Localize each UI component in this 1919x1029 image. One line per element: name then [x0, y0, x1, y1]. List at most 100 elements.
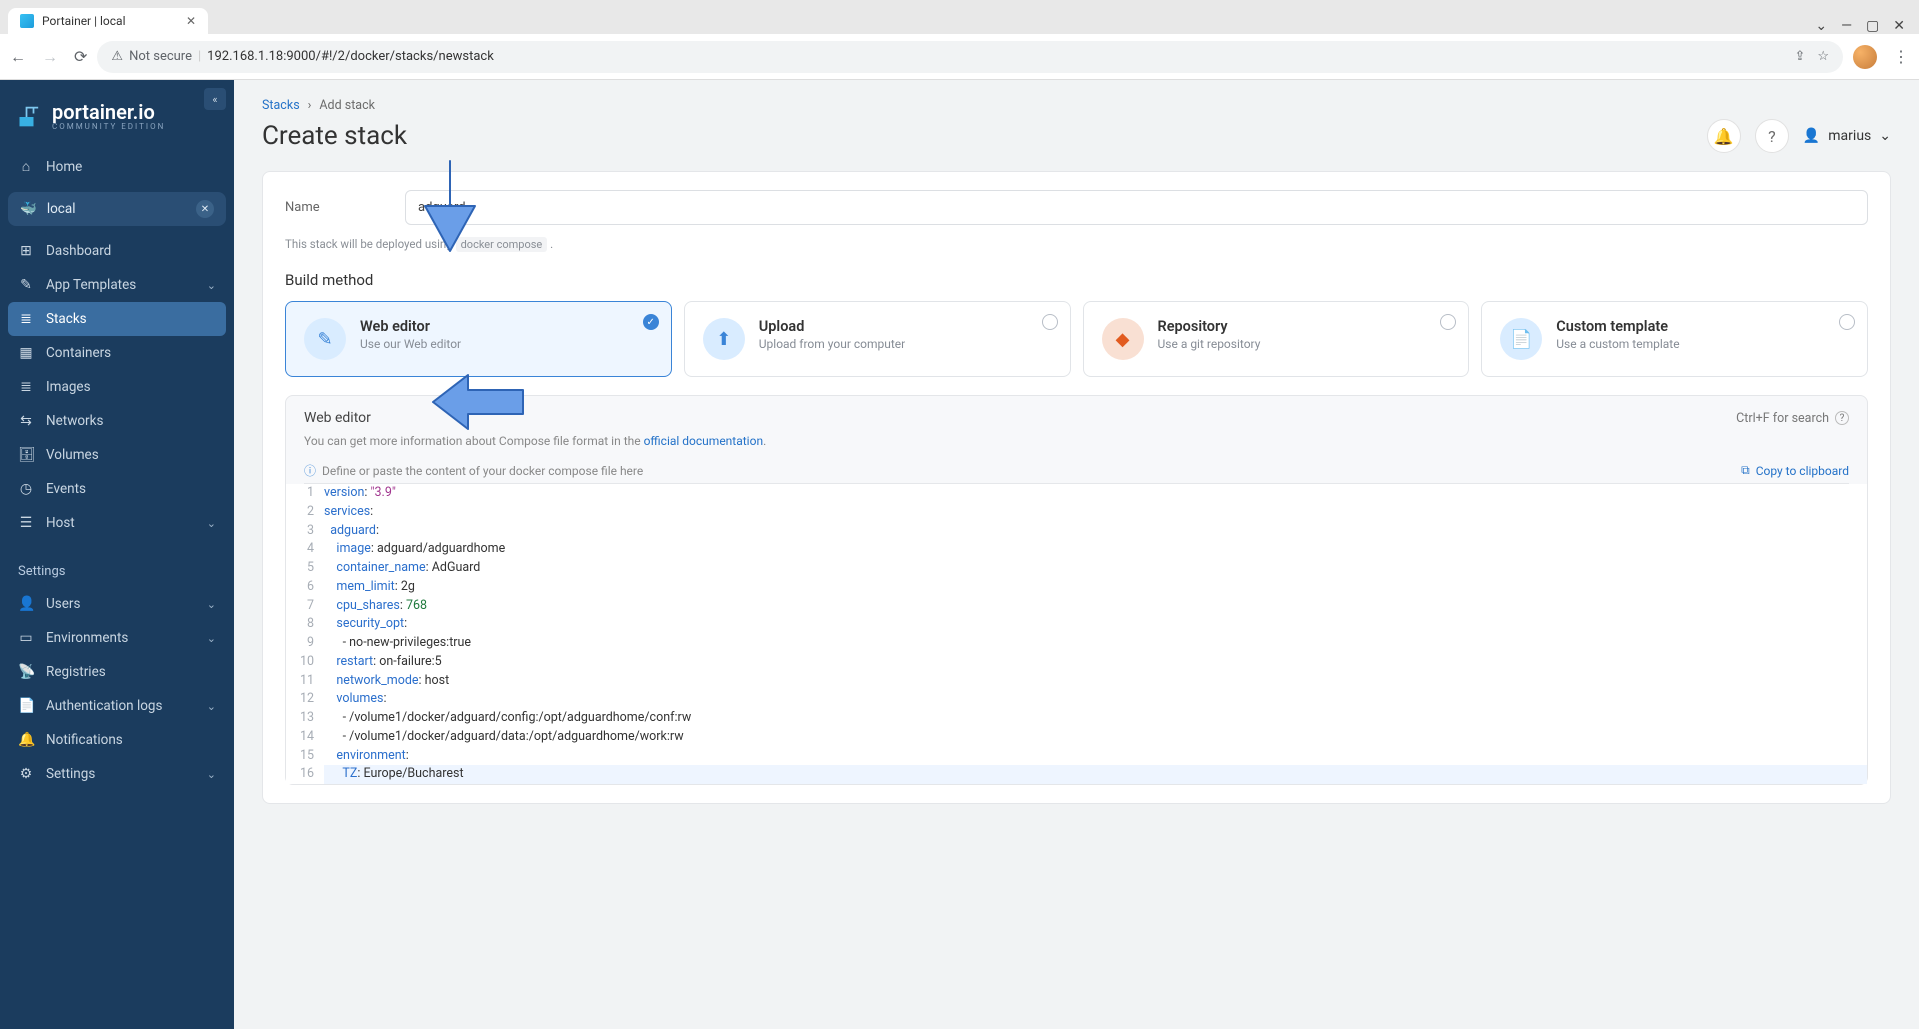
sidebar-item-label: Home	[46, 159, 82, 175]
code-line[interactable]: mem_limit: 2g	[324, 578, 1867, 597]
breadcrumb-current: Add stack	[319, 98, 375, 113]
user-menu[interactable]: 👤 marius ⌄	[1803, 128, 1891, 144]
method-title: Repository	[1158, 318, 1261, 335]
sidebar-item-environments[interactable]: ▭ Environments⌄	[0, 621, 234, 655]
stack-name-input[interactable]	[405, 190, 1868, 225]
chevron-right-icon: ›	[308, 98, 312, 113]
method-icon: 📄	[1500, 318, 1542, 360]
close-tab-icon[interactable]: ✕	[186, 14, 196, 28]
help-button[interactable]: ?	[1755, 119, 1789, 153]
brand[interactable]: portainer.io COMMUNITY EDITION	[0, 80, 234, 149]
not-secure-label: Not secure	[129, 49, 192, 64]
profile-avatar[interactable]	[1853, 45, 1877, 69]
sidebar-item-app-templates[interactable]: ✎ App Templates⌄	[0, 268, 234, 302]
notifications-button[interactable]: 🔔	[1707, 119, 1741, 153]
favicon-icon	[20, 14, 34, 28]
copy-to-clipboard-button[interactable]: ⧉ Copy to clipboard	[1741, 463, 1849, 478]
url-text: 192.168.1.18:9000/#!/2/docker/stacks/new…	[207, 49, 494, 64]
breadcrumb: Stacks › Add stack	[262, 98, 1891, 113]
star-icon[interactable]: ☆	[1817, 49, 1829, 64]
code-line[interactable]: - /volume1/docker/adguard/config:/opt/ad…	[324, 709, 1867, 728]
sidebar-collapse-button[interactable]: «	[204, 88, 226, 110]
code-line[interactable]: cpu_shares: 768	[324, 597, 1867, 616]
share-icon[interactable]: ⇪	[1794, 49, 1805, 64]
build-method-web-editor[interactable]: ✓ ✎ Web editor Use our Web editor	[285, 301, 672, 377]
code-line[interactable]: services:	[324, 503, 1867, 522]
url-bar[interactable]: ⚠ Not secure | 192.168.1.18:9000/#!/2/do…	[97, 41, 1843, 73]
line-number: 10	[286, 653, 324, 672]
browser-toolbar: ← → ⟳ ⚠ Not secure | 192.168.1.18:9000/#…	[0, 34, 1919, 80]
forward-icon[interactable]: →	[42, 47, 58, 67]
sidebar-item-authentication-logs[interactable]: 📄 Authentication logs⌄	[0, 689, 234, 723]
line-number: 4	[286, 540, 324, 559]
nav-icon: ▦	[18, 345, 34, 361]
sidebar-item-stacks[interactable]: ≣ Stacks	[8, 302, 226, 336]
line-number: 12	[286, 690, 324, 709]
helper-code: docker compose	[456, 237, 548, 252]
sidebar-item-images[interactable]: ≣ Images	[0, 370, 234, 404]
name-label: Name	[285, 200, 345, 215]
sidebar-item-label: Images	[46, 379, 91, 395]
sidebar-item-networks[interactable]: ⇆ Networks	[0, 404, 234, 438]
sidebar-item-notifications[interactable]: 🔔 Notifications	[0, 723, 234, 757]
sidebar-item-events[interactable]: ◷ Events	[0, 472, 234, 506]
code-line[interactable]: - /volume1/docker/adguard/data:/opt/adgu…	[324, 728, 1867, 747]
code-line[interactable]: container_name: AdGuard	[324, 559, 1867, 578]
copy-icon: ⧉	[1741, 463, 1750, 478]
nav-icon: ◷	[18, 481, 34, 497]
code-line[interactable]: restart: on-failure:5	[324, 653, 1867, 672]
close-window-icon[interactable]: ✕	[1893, 18, 1905, 34]
build-method-upload[interactable]: ⬆ Upload Upload from your computer	[684, 301, 1071, 377]
back-icon[interactable]: ←	[10, 47, 26, 67]
minimize-icon[interactable]: —	[1841, 18, 1852, 34]
sidebar-item-settings[interactable]: ⚙ Settings⌄	[0, 757, 234, 791]
sidebar-item-label: Notifications	[46, 732, 123, 748]
sidebar-item-dashboard[interactable]: ⊞ Dashboard	[0, 234, 234, 268]
env-close-icon[interactable]: ✕	[196, 200, 214, 218]
docker-icon: 🐳	[20, 201, 37, 217]
browser-right-icons: ⋮	[1853, 45, 1909, 69]
radio-icon	[1042, 314, 1058, 330]
code-line[interactable]: - no-new-privileges:true	[324, 634, 1867, 653]
code-line[interactable]: security_opt:	[324, 615, 1867, 634]
kebab-icon[interactable]: ⋮	[1893, 47, 1909, 66]
code-line[interactable]: TZ: Europe/Bucharest	[324, 765, 1867, 784]
code-line[interactable]: version: "3.9"	[324, 484, 1867, 503]
code-line[interactable]: volumes:	[324, 690, 1867, 709]
username: marius	[1828, 128, 1871, 144]
sidebar-env-pill[interactable]: 🐳 local ✕	[8, 192, 226, 226]
radio-icon	[1440, 314, 1456, 330]
sidebar-item-home[interactable]: ⌂ Home	[0, 149, 234, 184]
nav-icon: ≣	[18, 311, 34, 327]
code-line[interactable]: image: adguard/adguardhome	[324, 540, 1867, 559]
build-method-repository[interactable]: ◆ Repository Use a git repository	[1083, 301, 1470, 377]
sidebar-item-label: Volumes	[46, 447, 99, 463]
build-method-custom-template[interactable]: 📄 Custom template Use a custom template	[1481, 301, 1868, 377]
line-number: 3	[286, 522, 324, 541]
sidebar-item-volumes[interactable]: 🗄 Volumes	[0, 438, 234, 472]
separator: |	[198, 49, 201, 64]
sidebar-item-users[interactable]: 👤 Users⌄	[0, 587, 234, 621]
chevron-down-icon[interactable]: ⌄	[1815, 18, 1827, 34]
brand-icon	[16, 103, 44, 131]
nav-icon: ≣	[18, 379, 34, 395]
tab-bar: Portainer | local ✕ ⌄ — ▢ ✕	[0, 0, 1919, 34]
sidebar-item-containers[interactable]: ▦ Containers	[0, 336, 234, 370]
sidebar-item-host[interactable]: ☰ Host⌄	[0, 506, 234, 540]
help-icon[interactable]: ?	[1835, 411, 1849, 425]
code-line[interactable]: adguard:	[324, 522, 1867, 541]
docs-link[interactable]: official documentation	[644, 434, 764, 448]
code-line[interactable]: network_mode: host	[324, 672, 1867, 691]
chevron-down-icon: ⌄	[207, 517, 216, 530]
sidebar-item-registries[interactable]: 📡 Registries	[0, 655, 234, 689]
breadcrumb-parent[interactable]: Stacks	[262, 98, 300, 113]
nav-icon: ✎	[18, 277, 34, 293]
maximize-icon[interactable]: ▢	[1866, 18, 1879, 34]
page-title: Create stack	[262, 121, 407, 151]
method-subtitle: Use our Web editor	[360, 337, 461, 351]
code-line[interactable]: environment:	[324, 747, 1867, 766]
chevron-down-icon: ⌄	[207, 700, 216, 713]
code-editor[interactable]: 1 version: "3.9"2 services:3 adguard:4 i…	[286, 484, 1867, 784]
reload-icon[interactable]: ⟳	[74, 47, 87, 67]
browser-tab[interactable]: Portainer | local ✕	[8, 8, 208, 34]
